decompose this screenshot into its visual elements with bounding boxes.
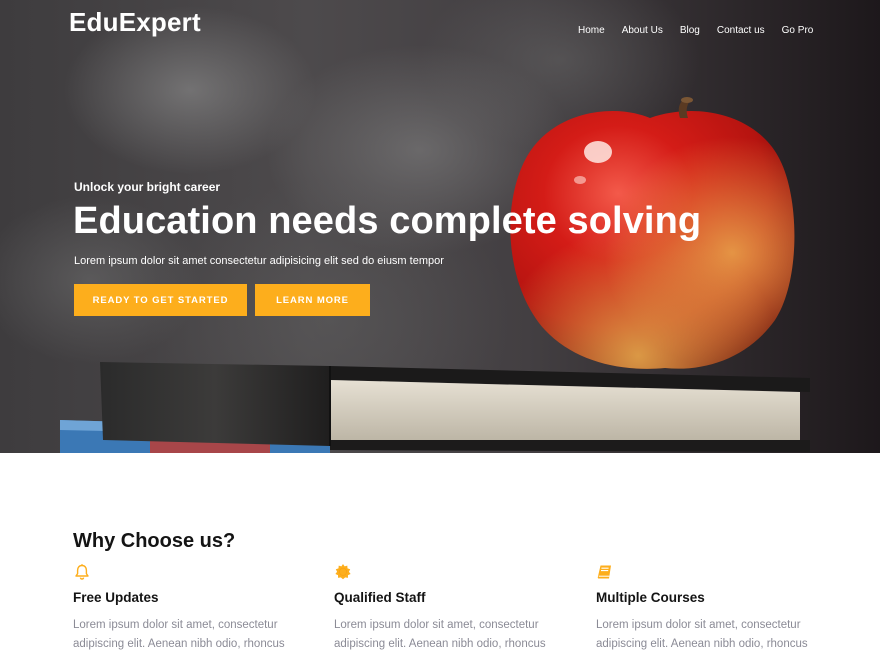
feature-multiple-courses: Multiple Courses Lorem ipsum dolor sit a… — [596, 563, 836, 654]
hero-title: Education needs complete solving — [73, 200, 702, 242]
feature-qualified-staff: Qualified Staff Lorem ipsum dolor sit am… — [334, 563, 574, 654]
hero-description: Lorem ipsum dolor sit amet consectetur a… — [74, 255, 444, 267]
nav-about-us[interactable]: About Us — [622, 24, 663, 37]
feature-title: Multiple Courses — [596, 590, 705, 605]
bell-icon — [75, 564, 89, 580]
why-choose-us-heading: Why Choose us? — [73, 530, 236, 552]
learn-more-button[interactable]: LEARN MORE — [255, 284, 370, 316]
feature-text: Lorem ipsum dolor sit amet, consectetur … — [596, 619, 808, 650]
nav-contact-us[interactable]: Contact us — [717, 24, 765, 37]
feature-text: Lorem ipsum dolor sit amet, consectetur … — [334, 619, 546, 650]
hero-subtitle: Unlock your bright career — [74, 180, 221, 194]
hero-banner: EduExpert Home About Us Blog Contact us … — [0, 0, 880, 453]
feature-text: Lorem ipsum dolor sit amet, consectetur … — [73, 619, 285, 650]
nav-go-pro[interactable]: Go Pro — [782, 24, 814, 37]
get-started-button[interactable]: READY TO GET STARTED — [74, 284, 247, 316]
nav-home[interactable]: Home — [578, 24, 605, 37]
book-icon — [597, 565, 611, 579]
nav-blog[interactable]: Blog — [680, 24, 700, 37]
feature-title: Free Updates — [73, 590, 159, 605]
brand-logo[interactable]: EduExpert — [69, 7, 201, 38]
main-nav: Home About Us Blog Contact us Go Pro — [578, 24, 830, 37]
feature-free-updates: Free Updates Lorem ipsum dolor sit amet,… — [73, 563, 313, 654]
feature-title: Qualified Staff — [334, 590, 426, 605]
sun-badge-icon — [335, 564, 351, 580]
